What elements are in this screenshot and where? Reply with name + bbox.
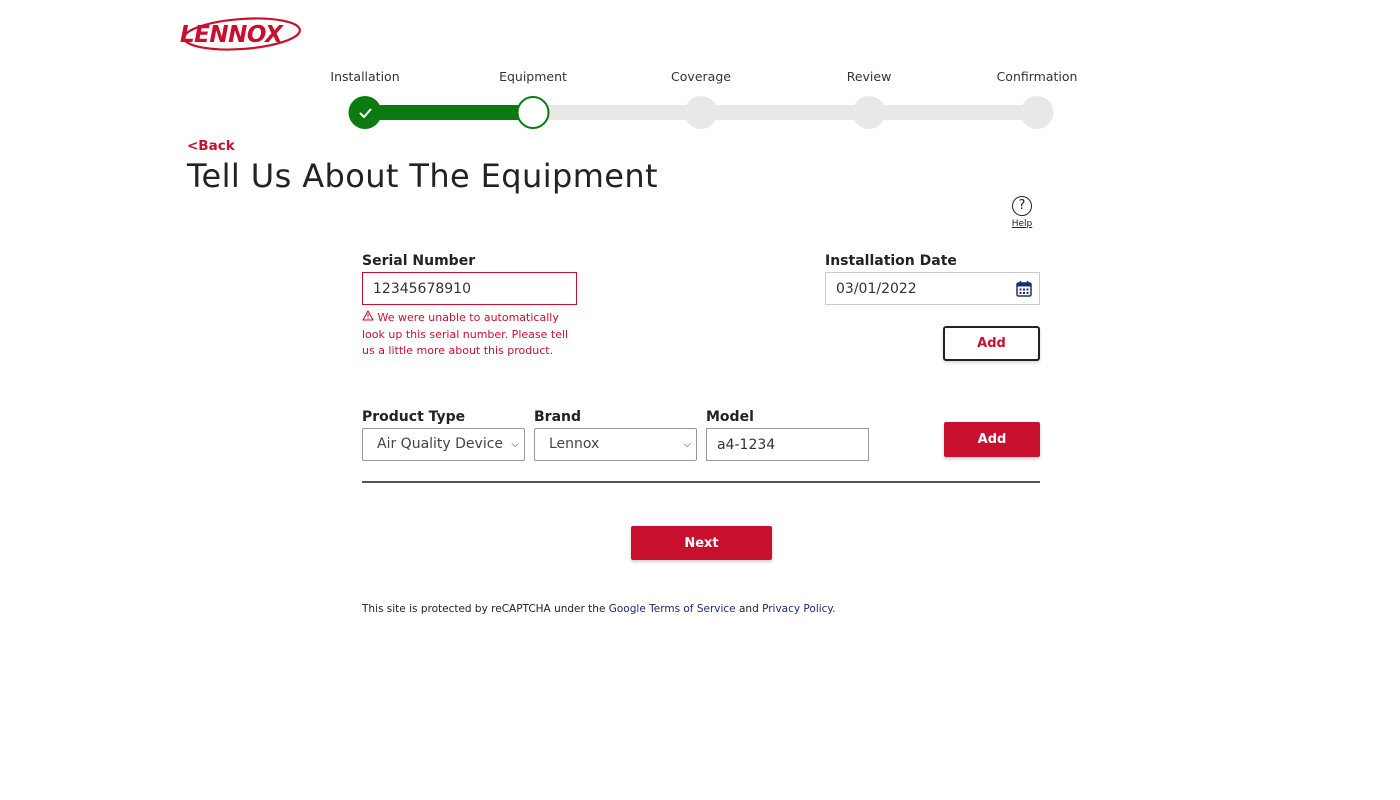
product-type-select[interactable]: Air Quality Device ⌵ [362, 428, 525, 461]
step-dot-coverage [684, 96, 718, 129]
model-input[interactable] [706, 428, 869, 461]
installation-date-field [825, 272, 1040, 305]
section-divider [362, 481, 1040, 483]
step-label-review: Review [846, 69, 892, 84]
lennox-logo[interactable]: LENNOX [178, 14, 302, 54]
step-label-coverage: Coverage [671, 69, 731, 84]
step-dot-equipment [516, 96, 550, 129]
model-label: Model [706, 409, 754, 425]
step-dot-installation [348, 96, 382, 129]
step-dot-review [852, 96, 886, 129]
step-dot-confirmation [1020, 96, 1054, 129]
serial-number-error-text: We were unable to automatically look up … [362, 311, 569, 357]
add-date-button[interactable]: Add [943, 326, 1040, 361]
question-circle-icon: ? [1012, 196, 1032, 216]
page-title: Tell Us About The Equipment [187, 157, 658, 195]
chevron-down-icon: ⌵ [511, 439, 519, 450]
warning-triangle-icon [362, 310, 374, 321]
serial-number-input[interactable] [362, 272, 577, 305]
product-type-value: Air Quality Device [377, 436, 504, 452]
next-button[interactable]: Next [631, 526, 772, 560]
step-label-confirmation: Confirmation [996, 69, 1078, 84]
brand-select[interactable]: Lennox ⌵ [534, 428, 697, 461]
brand-label: Brand [534, 409, 582, 425]
help-button[interactable]: ? Help [1008, 196, 1036, 229]
back-link[interactable]: <Back [187, 138, 235, 154]
svg-text:LENNOX: LENNOX [180, 22, 284, 48]
chevron-down-icon: ⌵ [683, 439, 691, 450]
recaptcha-prefix: This site is protected by reCAPTCHA unde… [362, 603, 609, 615]
installation-date-label: Installation Date [825, 253, 957, 269]
add-product-button[interactable]: Add [944, 422, 1040, 457]
installation-date-input[interactable] [826, 273, 1006, 304]
step-label-equipment: Equipment [499, 69, 567, 84]
checkmark-icon [359, 108, 371, 118]
serial-number-label: Serial Number [362, 253, 476, 269]
terms-of-service-link[interactable]: Google Terms of Service [609, 603, 736, 615]
calendar-icon[interactable] [1016, 280, 1032, 297]
recaptcha-suffix: . [832, 603, 836, 615]
help-label: Help [1011, 219, 1033, 229]
recaptcha-notice: This site is protected by reCAPTCHA unde… [362, 603, 835, 615]
serial-number-error: We were unable to automatically look up … [362, 310, 577, 360]
brand-value: Lennox [549, 436, 600, 452]
privacy-policy-link[interactable]: Privacy Policy [762, 603, 832, 615]
step-label-installation: Installation [330, 69, 400, 84]
product-type-label: Product Type [362, 409, 466, 425]
recaptcha-and: and [735, 603, 763, 615]
progress-track-fill [365, 105, 533, 120]
